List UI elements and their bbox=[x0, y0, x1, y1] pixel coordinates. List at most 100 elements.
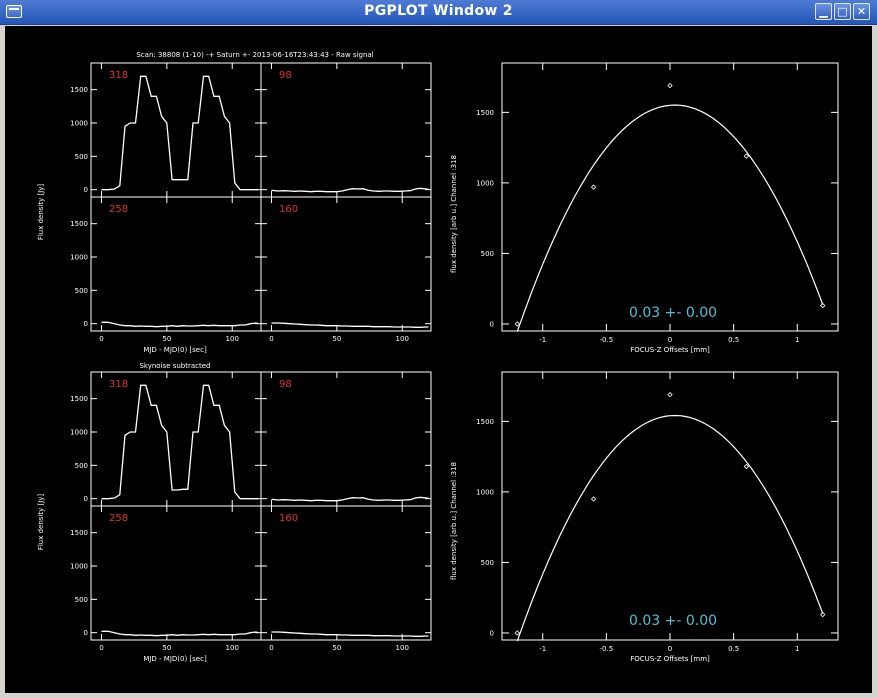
sky-ytick-label: 0 bbox=[84, 495, 88, 503]
plot-canvas: Scan: 38808 (1-10) -+ Saturn +- 2013-06-… bbox=[5, 26, 872, 693]
raw-signal-figure: Scan: 38808 (1-10) -+ Saturn +- 2013-06-… bbox=[37, 51, 432, 354]
sky-channel-label: 160 bbox=[279, 513, 298, 524]
skynoise-figure: Skynoise subtracted Flux density [Jy] MJ… bbox=[37, 362, 432, 663]
raw-panel-frame bbox=[260, 196, 432, 332]
focus1-data-point bbox=[590, 184, 597, 190]
raw-xtick-label: 50 bbox=[332, 335, 341, 343]
raw-xtick-label: 100 bbox=[396, 335, 409, 343]
sky-xlabel: MJD - MJD(0) [sec] bbox=[143, 655, 207, 663]
focus1-fit-curve bbox=[516, 104, 824, 332]
sky-xtick-label: 0 bbox=[99, 644, 103, 652]
sky-panel-frame bbox=[90, 505, 262, 641]
sky-series-line bbox=[101, 384, 259, 500]
focus2-data-point bbox=[514, 630, 520, 636]
raw-series-line bbox=[101, 321, 259, 328]
focus2-xtick-label: 0 bbox=[668, 645, 672, 653]
sky-xtick-label: 100 bbox=[226, 644, 239, 652]
focus1-data-point bbox=[667, 82, 673, 89]
sky-ytick-label: 500 bbox=[75, 462, 88, 470]
raw-channel-label: 160 bbox=[279, 204, 298, 215]
sky-panel-frame bbox=[260, 371, 432, 507]
focus1-ytick-label: 0 bbox=[490, 320, 494, 328]
sky-xtick-label: 0 bbox=[269, 644, 273, 652]
raw-series-line bbox=[271, 187, 429, 193]
focus1-xtick-label: 0 bbox=[668, 336, 672, 344]
raw-ylabel: Flux density [Jy] bbox=[37, 184, 45, 241]
raw-ytick-label: 1000 bbox=[70, 254, 88, 262]
focus1-ytick-label: 1000 bbox=[476, 179, 494, 187]
focus2-fit-label: 0.03 +- 0.00 bbox=[629, 613, 717, 629]
focus2-xtick-label: -1 bbox=[539, 645, 546, 653]
raw-channel-label: 318 bbox=[109, 70, 128, 81]
sky-panel-frame bbox=[90, 371, 262, 507]
focus1-fit-label: 0.03 +- 0.00 bbox=[629, 305, 717, 321]
sky-channel-label: 98 bbox=[279, 379, 292, 390]
raw-xtick-label: 100 bbox=[226, 335, 239, 343]
sky-ytick-label: 1500 bbox=[70, 529, 88, 537]
minimize-button[interactable]: ▁ bbox=[815, 3, 832, 20]
focus2-fit-curve bbox=[516, 414, 824, 642]
sky-ytick-label: 500 bbox=[75, 596, 88, 604]
raw-series-line bbox=[271, 322, 429, 328]
focus2-ytick-label: 1500 bbox=[476, 418, 494, 426]
focus1-xtick-label: 0.5 bbox=[728, 336, 739, 344]
sky-ytick-label: 1500 bbox=[70, 395, 88, 403]
focus-fit-figure-top: flux density [arb u.] Channel :318 FOCUS… bbox=[450, 62, 839, 354]
sky-xtick-label: 100 bbox=[396, 644, 409, 652]
sky-panel-frame bbox=[260, 505, 432, 641]
focus1-xtick-label: -0.5 bbox=[600, 336, 614, 344]
focus2-frame bbox=[501, 371, 839, 641]
focus2-data-point bbox=[743, 463, 750, 470]
focus2-xtick-label: 0.5 bbox=[728, 645, 739, 653]
focus1-ytick-label: 1500 bbox=[476, 109, 494, 117]
title-bar[interactable]: PGPLOT Window 2 ▁ □ ✕ bbox=[0, 0, 877, 25]
sky-series-line bbox=[271, 631, 429, 637]
focus1-xtick-label: -1 bbox=[539, 336, 546, 344]
focus2-xtick-label: -0.5 bbox=[600, 645, 614, 653]
focus2-xlabel: FOCUS-Z Offsets [mm] bbox=[630, 655, 710, 663]
sky-xtick-label: 50 bbox=[332, 644, 341, 652]
raw-xtick-label: 0 bbox=[99, 335, 103, 343]
raw-xtick-label: 50 bbox=[162, 335, 171, 343]
sky-title: Skynoise subtracted bbox=[139, 362, 210, 370]
raw-ytick-label: 0 bbox=[84, 186, 88, 194]
sky-ytick-label: 0 bbox=[84, 629, 88, 637]
pgplot-window: PGPLOT Window 2 ▁ □ ✕ Scan: 38808 (1-10)… bbox=[0, 0, 877, 698]
sky-xtick-label: 50 bbox=[162, 644, 171, 652]
sky-ylabel: Flux density [Jy] bbox=[37, 494, 45, 551]
raw-ytick-label: 1500 bbox=[70, 86, 88, 94]
focus2-ytick-label: 500 bbox=[481, 559, 494, 567]
sky-channel-label: 258 bbox=[109, 513, 128, 524]
focus1-frame bbox=[501, 62, 839, 332]
close-button[interactable]: ✕ bbox=[853, 3, 870, 20]
raw-panel-frame bbox=[90, 196, 262, 332]
raw-panel-frame bbox=[260, 62, 432, 198]
maximize-button[interactable]: □ bbox=[834, 3, 851, 20]
raw-xtick-label: 0 bbox=[269, 335, 273, 343]
plot-svg: Scan: 38808 (1-10) -+ Saturn +- 2013-06-… bbox=[37, 51, 839, 663]
raw-ytick-label: 500 bbox=[75, 153, 88, 161]
focus1-data-point bbox=[514, 321, 520, 327]
sky-series-line bbox=[101, 630, 259, 637]
raw-ytick-label: 500 bbox=[75, 287, 88, 295]
sky-ytick-label: 1000 bbox=[70, 563, 88, 571]
window-title: PGPLOT Window 2 bbox=[364, 3, 513, 19]
focus2-ylabel: flux density [arb u.] Channel :318 bbox=[450, 462, 458, 580]
focus2-ytick-label: 1000 bbox=[476, 488, 494, 496]
focus1-ylabel: flux density [arb u.] Channel :318 bbox=[450, 155, 458, 273]
focus2-data-point bbox=[667, 391, 673, 398]
sky-series-line bbox=[271, 496, 429, 502]
raw-ytick-label: 1500 bbox=[70, 220, 88, 228]
raw-title: Scan: 38808 (1-10) -+ Saturn +- 2013-06-… bbox=[136, 51, 373, 59]
focus1-xtick-label: 1 bbox=[795, 336, 799, 344]
sky-ytick-label: 1000 bbox=[70, 429, 88, 437]
focus2-data-point bbox=[590, 496, 597, 502]
raw-xlabel: MJD - MJD(0) [sec] bbox=[143, 346, 207, 354]
focus2-xtick-label: 1 bbox=[795, 645, 799, 653]
raw-ytick-label: 0 bbox=[84, 320, 88, 328]
raw-panel-frame bbox=[90, 62, 262, 198]
focus-fit-figure-bottom: flux density [arb u.] Channel :318 FOCUS… bbox=[450, 371, 839, 663]
raw-ytick-label: 1000 bbox=[70, 120, 88, 128]
focus2-ytick-label: 0 bbox=[490, 629, 494, 637]
raw-channel-label: 98 bbox=[279, 70, 292, 81]
